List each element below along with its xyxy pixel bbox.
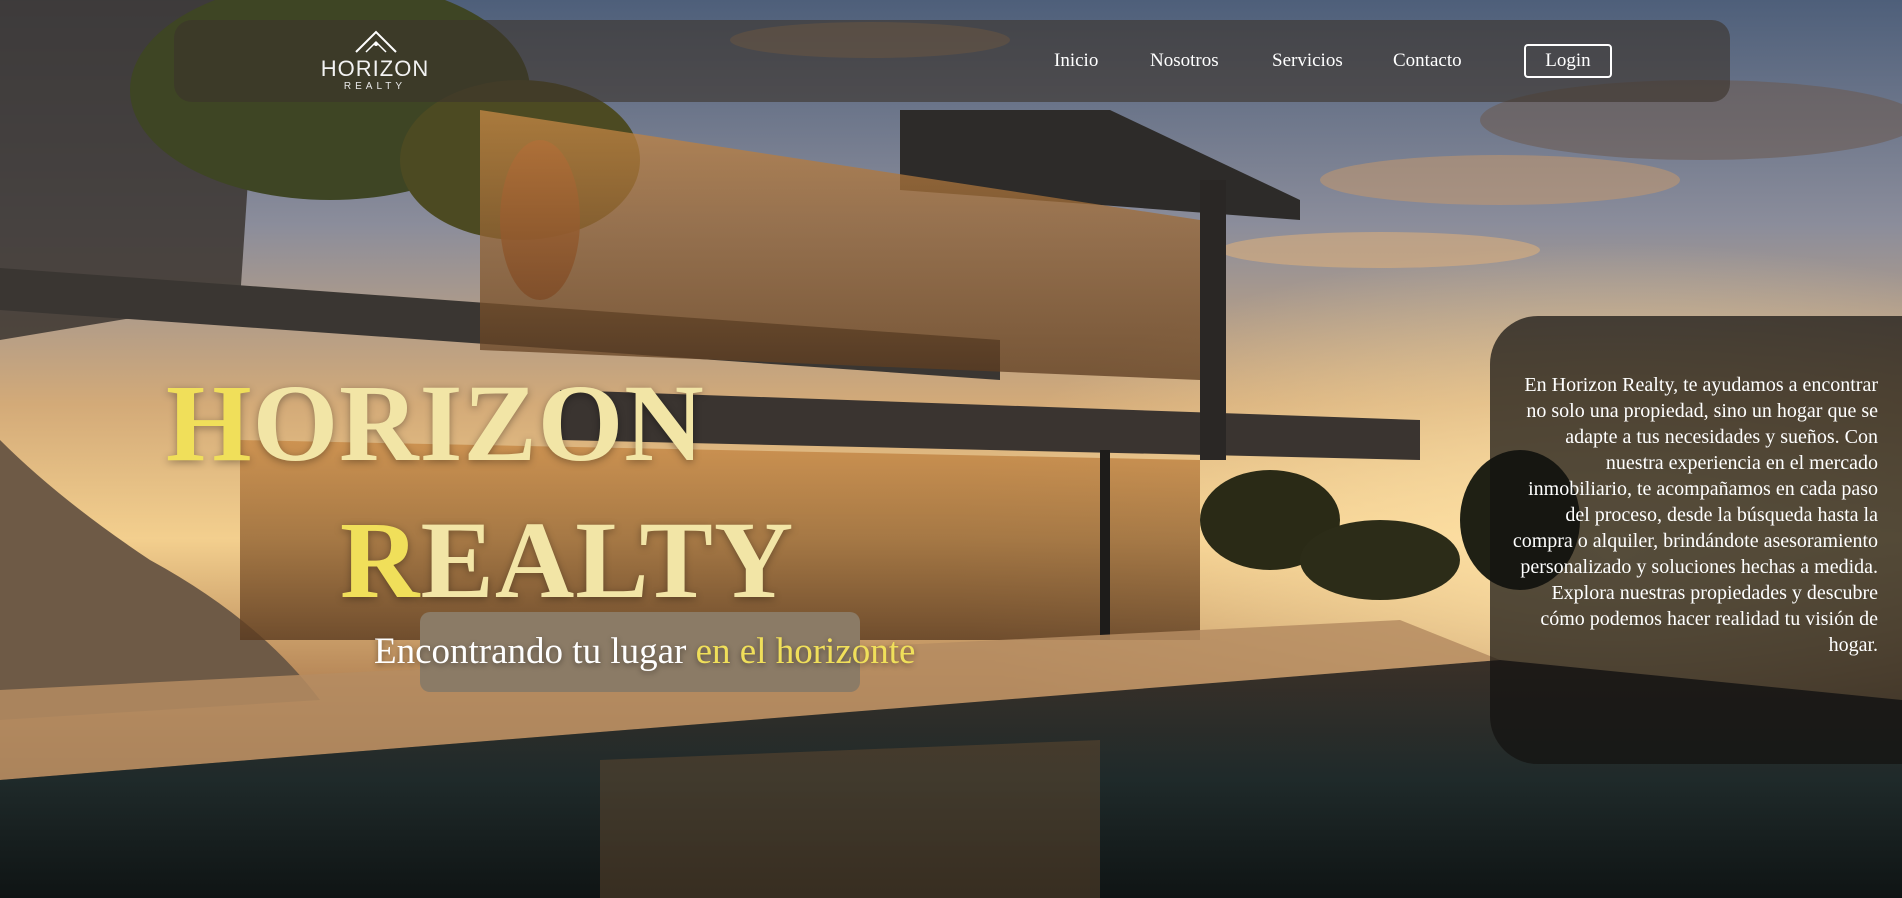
- tagline-accent: en el horizonte: [695, 631, 916, 672]
- info-paragraph: En Horizon Realty, te ayudamos a encontr…: [1512, 374, 1878, 656]
- nav-link-nosotros[interactable]: Nosotros: [1150, 50, 1219, 72]
- house-roof-icon: [355, 30, 397, 53]
- logo-wordmark: HORIZON: [320, 56, 430, 81]
- nav-link-contacto[interactable]: Contacto: [1393, 50, 1462, 72]
- tagline-main: Encontrando tu lugar: [374, 631, 696, 672]
- hero-title-line-2-initial: R: [340, 499, 421, 621]
- brand-logo[interactable]: HORIZON REALTY: [320, 30, 430, 94]
- hero-title-line-1: HORIZON: [166, 368, 705, 478]
- nav-link-inicio[interactable]: Inicio: [1054, 50, 1098, 72]
- hero-title-line-1-initial: H: [166, 362, 253, 484]
- hero-tagline: Encontrando tu lugar en el horizonte: [374, 630, 915, 673]
- hero-title-line-2: REALTY: [340, 505, 794, 615]
- nav-link-servicios[interactable]: Servicios: [1272, 50, 1343, 72]
- login-button[interactable]: Login: [1524, 44, 1612, 78]
- hero-title-line-2-rest: EALTY: [420, 499, 795, 621]
- logo-subtitle: REALTY: [343, 81, 407, 92]
- hero-title-line-1-rest: ORIZON: [252, 362, 705, 484]
